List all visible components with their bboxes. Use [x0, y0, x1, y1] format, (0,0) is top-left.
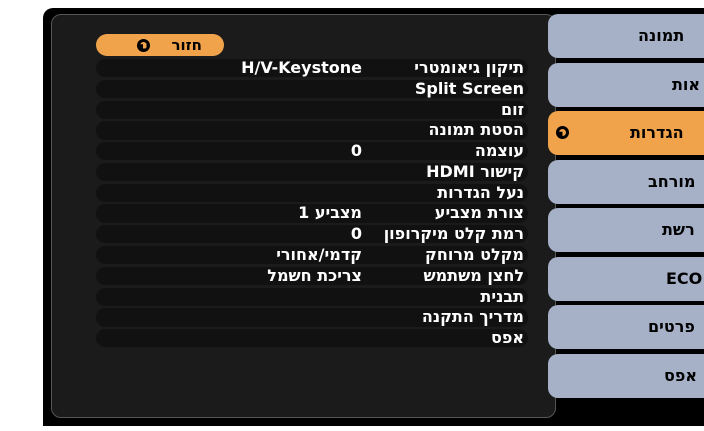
menu-item-image[interactable]: תמונה: [548, 14, 704, 58]
row-label: תבנית: [480, 286, 524, 306]
settings-row-pattern[interactable]: תבנית: [96, 287, 528, 307]
menu-item-label: אפס: [664, 365, 698, 385]
menu-item-reset[interactable]: אפס: [548, 353, 704, 398]
menu-item-label: תמונה: [638, 26, 685, 45]
row-label: זום: [500, 99, 524, 119]
settings-row-mic-input-level[interactable]: רמת קלט מיקרופון 0: [96, 224, 528, 244]
menu-item-label: מורחב: [648, 171, 696, 191]
settings-row-zoom[interactable]: זום: [96, 100, 528, 120]
row-value: קדמי/אחורי: [276, 245, 362, 265]
settings-row-lock-settings[interactable]: נעל הגדרות: [96, 183, 528, 203]
settings-row-reset[interactable]: אפס: [96, 328, 528, 348]
row-bar: [96, 287, 528, 306]
row-label: נעל הגדרות: [437, 182, 524, 202]
settings-row-hdmi-link[interactable]: קישור HDMI: [96, 162, 528, 182]
menu-item-extended[interactable]: מורחב: [548, 159, 704, 204]
settings-row-keystone[interactable]: תיקון גיאומטרי H/V-Keystone: [96, 58, 528, 78]
row-label: עוצמה: [474, 141, 524, 161]
menu-item-network[interactable]: רשת: [548, 208, 704, 252]
main-menu: תמונה אות הגדרות מורחב רשת ECO פרטים אפס: [548, 14, 704, 402]
row-label: Split Screen: [414, 78, 524, 98]
settings-row-volume[interactable]: עוצמה 0: [96, 141, 528, 161]
menu-item-label: פרטים: [648, 317, 695, 336]
row-bar: [96, 329, 528, 348]
menu-item-info[interactable]: פרטים: [548, 305, 704, 349]
row-bar: [96, 100, 528, 119]
settings-row-user-button[interactable]: לחצן משתמש צריכת חשמל: [96, 266, 528, 286]
row-label: לחצן משתמש: [423, 265, 524, 285]
row-label: תיקון גיאומטרי: [414, 58, 524, 77]
back-button[interactable]: חזור: [96, 34, 224, 56]
row-label: קישור HDMI: [426, 161, 524, 181]
row-label: אפס: [490, 328, 524, 348]
row-label: מדריך התקנה: [421, 307, 524, 327]
menu-item-label: הגדרות: [630, 123, 684, 142]
row-label: רמת קלט מיקרופון: [383, 224, 524, 244]
settings-list: תיקון גיאומטרי H/V-Keystone Split Screen…: [96, 58, 528, 349]
row-value: מצביע 1: [298, 203, 362, 223]
menu-item-label: אות: [672, 74, 701, 94]
settings-row-remote-receiver[interactable]: מקלט מרוחק קדמי/אחורי: [96, 245, 528, 265]
settings-row-installation-guide[interactable]: מדריך התקנה: [96, 307, 528, 327]
row-bar: [96, 142, 528, 161]
row-value: 0: [350, 141, 362, 161]
enter-icon: [136, 38, 150, 52]
row-label: הסטת תמונה: [428, 120, 524, 140]
row-value: צריכת חשמל: [267, 265, 362, 285]
menu-item-label: ECO: [666, 268, 703, 288]
menu-item-settings[interactable]: הגדרות: [548, 111, 704, 155]
row-label: צורת מצביע: [434, 203, 524, 223]
menu-item-eco[interactable]: ECO: [548, 256, 704, 301]
menu-item-label: רשת: [662, 220, 695, 239]
settings-row-pointer-shape[interactable]: צורת מצביע מצביע 1: [96, 203, 528, 223]
menu-item-signal[interactable]: אות: [548, 62, 704, 107]
row-label: מקלט מרוחק: [425, 245, 524, 265]
row-value: H/V-Keystone: [241, 58, 362, 77]
row-value: 0: [350, 224, 362, 244]
back-label: חזור: [171, 36, 203, 54]
settings-row-image-shift[interactable]: הסטת תמונה: [96, 120, 528, 140]
settings-row-split-screen[interactable]: Split Screen: [96, 79, 528, 99]
